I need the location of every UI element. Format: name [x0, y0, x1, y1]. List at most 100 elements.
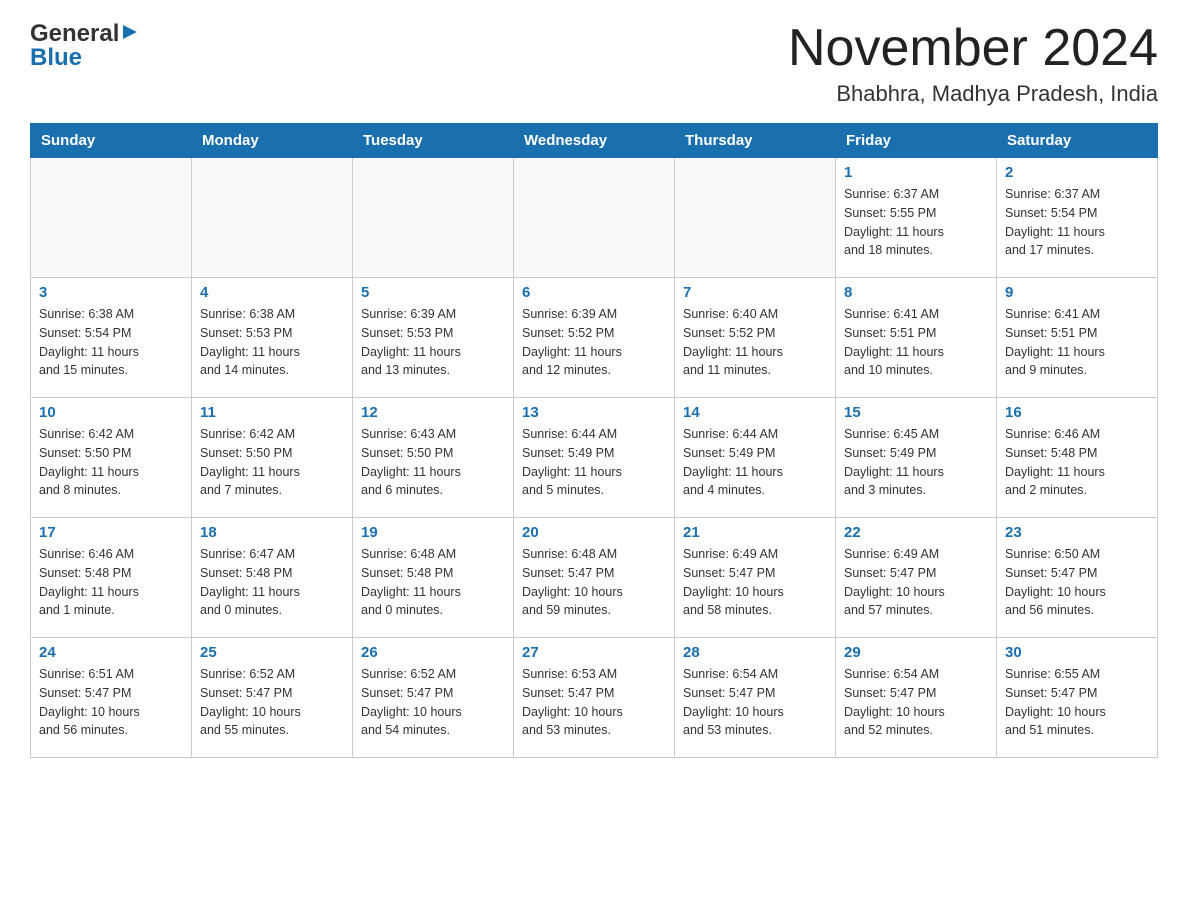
calendar-cell: 29 Sunrise: 6:54 AM Sunset: 5:47 PM Dayli… — [836, 638, 997, 758]
day-info: Sunrise: 6:52 AM Sunset: 5:47 PM Dayligh… — [361, 665, 505, 740]
calendar-cell: 4 Sunrise: 6:38 AM Sunset: 5:53 PM Daylig… — [192, 278, 353, 398]
calendar-cell: 17 Sunrise: 6:46 AM Sunset: 5:48 PM Dayli… — [31, 518, 192, 638]
calendar-cell — [353, 158, 514, 278]
day-number: 16 — [1005, 404, 1149, 421]
calendar-cell: 14 Sunrise: 6:44 AM Sunset: 5:49 PM Dayli… — [675, 398, 836, 518]
day-number: 9 — [1005, 284, 1149, 301]
calendar-cell: 20 Sunrise: 6:48 AM Sunset: 5:47 PM Dayli… — [514, 518, 675, 638]
day-number: 5 — [361, 284, 505, 301]
day-info: Sunrise: 6:42 AM Sunset: 5:50 PM Dayligh… — [200, 425, 344, 500]
calendar-week-4: 17 Sunrise: 6:46 AM Sunset: 5:48 PM Dayli… — [31, 518, 1158, 638]
day-number: 29 — [844, 644, 988, 661]
day-info: Sunrise: 6:48 AM Sunset: 5:47 PM Dayligh… — [522, 545, 666, 620]
day-number: 17 — [39, 524, 183, 541]
day-info: Sunrise: 6:49 AM Sunset: 5:47 PM Dayligh… — [683, 545, 827, 620]
day-number: 20 — [522, 524, 666, 541]
day-number: 30 — [1005, 644, 1149, 661]
calendar-cell: 7Sunrise: 6:40 AM Sunset: 5:52 PM Daylig… — [675, 278, 836, 398]
day-info: Sunrise: 6:55 AM Sunset: 5:47 PM Dayligh… — [1005, 665, 1149, 740]
calendar-cell — [514, 158, 675, 278]
day-number: 13 — [522, 404, 666, 421]
day-number: 4 — [200, 284, 344, 301]
calendar-week-3: 10 Sunrise: 6:42 AM Sunset: 5:50 PM Dayli… — [31, 398, 1158, 518]
calendar-cell: 6 Sunrise: 6:39 AM Sunset: 5:52 PM Daylig… — [514, 278, 675, 398]
day-number: 23 — [1005, 524, 1149, 541]
calendar-cell: 13 Sunrise: 6:44 AM Sunset: 5:49 PM Dayli… — [514, 398, 675, 518]
location-title: Bhabhra, Madhya Pradesh, India — [788, 81, 1158, 107]
logo: General Blue — [30, 20, 139, 72]
calendar-cell: 9Sunrise: 6:41 AM Sunset: 5:51 PM Daylig… — [997, 278, 1158, 398]
day-number: 26 — [361, 644, 505, 661]
day-info: Sunrise: 6:51 AM Sunset: 5:47 PM Dayligh… — [39, 665, 183, 740]
day-number: 2 — [1005, 164, 1149, 181]
calendar-cell: 22Sunrise: 6:49 AM Sunset: 5:47 PM Dayli… — [836, 518, 997, 638]
day-number: 21 — [683, 524, 827, 541]
calendar-cell: 10 Sunrise: 6:42 AM Sunset: 5:50 PM Dayli… — [31, 398, 192, 518]
calendar-cell: 26 Sunrise: 6:52 AM Sunset: 5:47 PM Dayli… — [353, 638, 514, 758]
day-info: Sunrise: 6:47 AM Sunset: 5:48 PM Dayligh… — [200, 545, 344, 620]
calendar-cell: 2 Sunrise: 6:37 AM Sunset: 5:54 PM Daylig… — [997, 158, 1158, 278]
calendar-cell: 11 Sunrise: 6:42 AM Sunset: 5:50 PM Dayli… — [192, 398, 353, 518]
day-number: 25 — [200, 644, 344, 661]
day-number: 12 — [361, 404, 505, 421]
calendar-cell: 12 Sunrise: 6:43 AM Sunset: 5:50 PM Dayli… — [353, 398, 514, 518]
day-number: 27 — [522, 644, 666, 661]
day-number: 10 — [39, 404, 183, 421]
calendar-cell: 30 Sunrise: 6:55 AM Sunset: 5:47 PM Dayli… — [997, 638, 1158, 758]
calendar-cell: 19 Sunrise: 6:48 AM Sunset: 5:48 PM Dayli… — [353, 518, 514, 638]
day-number: 28 — [683, 644, 827, 661]
day-info: Sunrise: 6:38 AM Sunset: 5:53 PM Dayligh… — [200, 305, 344, 380]
day-info: Sunrise: 6:37 AM Sunset: 5:55 PM Dayligh… — [844, 185, 988, 260]
calendar-cell: 5Sunrise: 6:39 AM Sunset: 5:53 PM Daylig… — [353, 278, 514, 398]
calendar-cell: 23 Sunrise: 6:50 AM Sunset: 5:47 PM Dayli… — [997, 518, 1158, 638]
calendar-cell: 25 Sunrise: 6:52 AM Sunset: 5:47 PM Dayli… — [192, 638, 353, 758]
day-info: Sunrise: 6:44 AM Sunset: 5:49 PM Dayligh… — [522, 425, 666, 500]
calendar-header-row: SundayMondayTuesdayWednesdayThursdayFrid… — [31, 124, 1158, 158]
day-info: Sunrise: 6:50 AM Sunset: 5:47 PM Dayligh… — [1005, 545, 1149, 620]
day-number: 22 — [844, 524, 988, 541]
column-header-friday: Friday — [836, 124, 997, 158]
column-header-saturday: Saturday — [997, 124, 1158, 158]
day-number: 1 — [844, 164, 988, 181]
column-header-monday: Monday — [192, 124, 353, 158]
column-header-sunday: Sunday — [31, 124, 192, 158]
calendar-week-2: 3Sunrise: 6:38 AM Sunset: 5:54 PM Daylig… — [31, 278, 1158, 398]
calendar-cell — [31, 158, 192, 278]
day-info: Sunrise: 6:42 AM Sunset: 5:50 PM Dayligh… — [39, 425, 183, 500]
title-block: November 2024 Bhabhra, Madhya Pradesh, I… — [788, 20, 1158, 107]
day-number: 14 — [683, 404, 827, 421]
calendar-cell: 18 Sunrise: 6:47 AM Sunset: 5:48 PM Dayli… — [192, 518, 353, 638]
calendar-cell — [675, 158, 836, 278]
calendar-week-5: 24Sunrise: 6:51 AM Sunset: 5:47 PM Dayli… — [31, 638, 1158, 758]
day-info: Sunrise: 6:41 AM Sunset: 5:51 PM Dayligh… — [844, 305, 988, 380]
page-header: General Blue November 2024 Bhabhra, Madh… — [30, 20, 1158, 107]
column-header-tuesday: Tuesday — [353, 124, 514, 158]
day-info: Sunrise: 6:53 AM Sunset: 5:47 PM Dayligh… — [522, 665, 666, 740]
calendar-cell: 27 Sunrise: 6:53 AM Sunset: 5:47 PM Dayli… — [514, 638, 675, 758]
day-number: 19 — [361, 524, 505, 541]
logo-arrow-icon — [121, 23, 139, 46]
logo-blue-text: Blue — [30, 44, 82, 72]
month-title: November 2024 — [788, 20, 1158, 77]
calendar-cell: 24Sunrise: 6:51 AM Sunset: 5:47 PM Dayli… — [31, 638, 192, 758]
calendar-cell: 28Sunrise: 6:54 AM Sunset: 5:47 PM Dayli… — [675, 638, 836, 758]
day-info: Sunrise: 6:45 AM Sunset: 5:49 PM Dayligh… — [844, 425, 988, 500]
day-info: Sunrise: 6:44 AM Sunset: 5:49 PM Dayligh… — [683, 425, 827, 500]
day-number: 18 — [200, 524, 344, 541]
day-info: Sunrise: 6:54 AM Sunset: 5:47 PM Dayligh… — [844, 665, 988, 740]
calendar-cell: 1 Sunrise: 6:37 AM Sunset: 5:55 PM Daylig… — [836, 158, 997, 278]
day-info: Sunrise: 6:46 AM Sunset: 5:48 PM Dayligh… — [39, 545, 183, 620]
column-header-wednesday: Wednesday — [514, 124, 675, 158]
day-info: Sunrise: 6:37 AM Sunset: 5:54 PM Dayligh… — [1005, 185, 1149, 260]
day-number: 15 — [844, 404, 988, 421]
day-number: 11 — [200, 404, 344, 421]
day-info: Sunrise: 6:43 AM Sunset: 5:50 PM Dayligh… — [361, 425, 505, 500]
day-info: Sunrise: 6:48 AM Sunset: 5:48 PM Dayligh… — [361, 545, 505, 620]
day-number: 6 — [522, 284, 666, 301]
calendar-cell: 3Sunrise: 6:38 AM Sunset: 5:54 PM Daylig… — [31, 278, 192, 398]
calendar-cell: 8Sunrise: 6:41 AM Sunset: 5:51 PM Daylig… — [836, 278, 997, 398]
day-info: Sunrise: 6:52 AM Sunset: 5:47 PM Dayligh… — [200, 665, 344, 740]
calendar-week-1: 1 Sunrise: 6:37 AM Sunset: 5:55 PM Daylig… — [31, 158, 1158, 278]
day-info: Sunrise: 6:46 AM Sunset: 5:48 PM Dayligh… — [1005, 425, 1149, 500]
day-info: Sunrise: 6:39 AM Sunset: 5:52 PM Dayligh… — [522, 305, 666, 380]
